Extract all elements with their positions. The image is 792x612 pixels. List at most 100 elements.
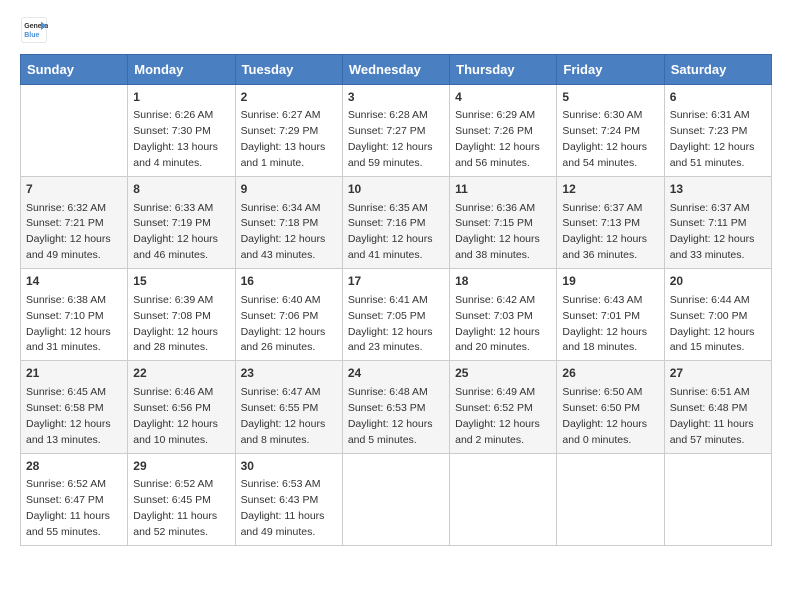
day-info: Sunrise: 6:37 AM Sunset: 7:13 PM Dayligh… bbox=[562, 202, 647, 262]
day-number: 18 bbox=[455, 273, 551, 290]
day-number: 16 bbox=[241, 273, 337, 290]
calendar-cell bbox=[450, 453, 557, 545]
day-info: Sunrise: 6:48 AM Sunset: 6:53 PM Dayligh… bbox=[348, 386, 433, 446]
calendar-cell: 30 Sunrise: 6:53 AM Sunset: 6:43 PM Dayli… bbox=[235, 453, 342, 545]
calendar-cell: 18Sunrise: 6:42 AM Sunset: 7:03 PM Dayli… bbox=[450, 269, 557, 361]
calendar-cell: 28 Sunrise: 6:52 AM Sunset: 6:47 PM Dayli… bbox=[21, 453, 128, 545]
calendar-cell: 19 Sunrise: 6:43 AM Sunset: 7:01 PM Dayli… bbox=[557, 269, 664, 361]
day-info: Sunrise: 6:37 AM Sunset: 7:11 PM Dayligh… bbox=[670, 202, 755, 262]
calendar-cell: 27 Sunrise: 6:51 AM Sunset: 6:48 PM Dayli… bbox=[664, 361, 771, 453]
day-info: Sunrise: 6:31 AM Sunset: 7:23 PM Dayligh… bbox=[670, 109, 755, 169]
day-number: 14 bbox=[26, 273, 122, 290]
logo: General Blue bbox=[20, 16, 48, 44]
calendar-cell bbox=[21, 85, 128, 177]
calendar-cell: 10Sunrise: 6:35 AM Sunset: 7:16 PM Dayli… bbox=[342, 177, 449, 269]
day-info: Sunrise: 6:50 AM Sunset: 6:50 PM Dayligh… bbox=[562, 386, 647, 446]
weekday-header-friday: Friday bbox=[557, 55, 664, 85]
calendar-week-4: 21 Sunrise: 6:45 AM Sunset: 6:58 PM Dayli… bbox=[21, 361, 772, 453]
calendar-table: SundayMondayTuesdayWednesdayThursdayFrid… bbox=[20, 54, 772, 546]
day-number: 13 bbox=[670, 181, 766, 198]
svg-text:Blue: Blue bbox=[24, 32, 39, 39]
calendar-cell: 24 Sunrise: 6:48 AM Sunset: 6:53 PM Dayli… bbox=[342, 361, 449, 453]
day-info: Sunrise: 6:30 AM Sunset: 7:24 PM Dayligh… bbox=[562, 109, 647, 169]
day-number: 17 bbox=[348, 273, 444, 290]
weekday-header-saturday: Saturday bbox=[664, 55, 771, 85]
weekday-header-thursday: Thursday bbox=[450, 55, 557, 85]
calendar-cell bbox=[664, 453, 771, 545]
day-number: 29 bbox=[133, 458, 229, 475]
weekday-header-row: SundayMondayTuesdayWednesdayThursdayFrid… bbox=[21, 55, 772, 85]
calendar-week-1: 1Sunrise: 6:26 AM Sunset: 7:30 PM Daylig… bbox=[21, 85, 772, 177]
header: General Blue bbox=[20, 16, 772, 44]
day-number: 12 bbox=[562, 181, 658, 198]
calendar-cell: 8 Sunrise: 6:33 AM Sunset: 7:19 PM Daylig… bbox=[128, 177, 235, 269]
day-info: Sunrise: 6:39 AM Sunset: 7:08 PM Dayligh… bbox=[133, 294, 218, 354]
day-number: 23 bbox=[241, 365, 337, 382]
day-number: 24 bbox=[348, 365, 444, 382]
day-info: Sunrise: 6:53 AM Sunset: 6:43 PM Dayligh… bbox=[241, 478, 325, 538]
day-info: Sunrise: 6:52 AM Sunset: 6:45 PM Dayligh… bbox=[133, 478, 217, 538]
calendar-cell: 25 Sunrise: 6:49 AM Sunset: 6:52 PM Dayli… bbox=[450, 361, 557, 453]
day-info: Sunrise: 6:36 AM Sunset: 7:15 PM Dayligh… bbox=[455, 202, 540, 262]
day-info: Sunrise: 6:46 AM Sunset: 6:56 PM Dayligh… bbox=[133, 386, 218, 446]
calendar-cell: 29 Sunrise: 6:52 AM Sunset: 6:45 PM Dayli… bbox=[128, 453, 235, 545]
day-info: Sunrise: 6:41 AM Sunset: 7:05 PM Dayligh… bbox=[348, 294, 433, 354]
logo-icon: General Blue bbox=[20, 16, 48, 44]
weekday-header-tuesday: Tuesday bbox=[235, 55, 342, 85]
day-number: 30 bbox=[241, 458, 337, 475]
calendar-cell: 15 Sunrise: 6:39 AM Sunset: 7:08 PM Dayli… bbox=[128, 269, 235, 361]
day-info: Sunrise: 6:38 AM Sunset: 7:10 PM Dayligh… bbox=[26, 294, 111, 354]
calendar-cell: 11 Sunrise: 6:36 AM Sunset: 7:15 PM Dayli… bbox=[450, 177, 557, 269]
day-info: Sunrise: 6:49 AM Sunset: 6:52 PM Dayligh… bbox=[455, 386, 540, 446]
day-info: Sunrise: 6:27 AM Sunset: 7:29 PM Dayligh… bbox=[241, 109, 326, 169]
calendar-cell: 20Sunrise: 6:44 AM Sunset: 7:00 PM Dayli… bbox=[664, 269, 771, 361]
day-number: 27 bbox=[670, 365, 766, 382]
day-info: Sunrise: 6:33 AM Sunset: 7:19 PM Dayligh… bbox=[133, 202, 218, 262]
day-number: 3 bbox=[348, 89, 444, 106]
day-info: Sunrise: 6:28 AM Sunset: 7:27 PM Dayligh… bbox=[348, 109, 433, 169]
day-number: 25 bbox=[455, 365, 551, 382]
calendar-week-5: 28 Sunrise: 6:52 AM Sunset: 6:47 PM Dayli… bbox=[21, 453, 772, 545]
day-number: 9 bbox=[241, 181, 337, 198]
calendar-cell bbox=[342, 453, 449, 545]
day-number: 8 bbox=[133, 181, 229, 198]
day-info: Sunrise: 6:43 AM Sunset: 7:01 PM Dayligh… bbox=[562, 294, 647, 354]
day-info: Sunrise: 6:44 AM Sunset: 7:00 PM Dayligh… bbox=[670, 294, 755, 354]
day-info: Sunrise: 6:47 AM Sunset: 6:55 PM Dayligh… bbox=[241, 386, 326, 446]
day-info: Sunrise: 6:52 AM Sunset: 6:47 PM Dayligh… bbox=[26, 478, 110, 538]
calendar-cell: 22 Sunrise: 6:46 AM Sunset: 6:56 PM Dayli… bbox=[128, 361, 235, 453]
weekday-header-monday: Monday bbox=[128, 55, 235, 85]
calendar-cell: 3 Sunrise: 6:28 AM Sunset: 7:27 PM Daylig… bbox=[342, 85, 449, 177]
day-info: Sunrise: 6:45 AM Sunset: 6:58 PM Dayligh… bbox=[26, 386, 111, 446]
day-info: Sunrise: 6:51 AM Sunset: 6:48 PM Dayligh… bbox=[670, 386, 754, 446]
calendar-cell: 13 Sunrise: 6:37 AM Sunset: 7:11 PM Dayli… bbox=[664, 177, 771, 269]
day-info: Sunrise: 6:40 AM Sunset: 7:06 PM Dayligh… bbox=[241, 294, 326, 354]
calendar-cell: 7 Sunrise: 6:32 AM Sunset: 7:21 PM Daylig… bbox=[21, 177, 128, 269]
day-number: 22 bbox=[133, 365, 229, 382]
calendar-cell: 14 Sunrise: 6:38 AM Sunset: 7:10 PM Dayli… bbox=[21, 269, 128, 361]
calendar-cell: 5 Sunrise: 6:30 AM Sunset: 7:24 PM Daylig… bbox=[557, 85, 664, 177]
calendar-cell: 2Sunrise: 6:27 AM Sunset: 7:29 PM Daylig… bbox=[235, 85, 342, 177]
day-number: 5 bbox=[562, 89, 658, 106]
calendar-week-2: 7 Sunrise: 6:32 AM Sunset: 7:21 PM Daylig… bbox=[21, 177, 772, 269]
calendar-cell: 16 Sunrise: 6:40 AM Sunset: 7:06 PM Dayli… bbox=[235, 269, 342, 361]
day-info: Sunrise: 6:35 AM Sunset: 7:16 PM Dayligh… bbox=[348, 202, 433, 262]
day-info: Sunrise: 6:26 AM Sunset: 7:30 PM Dayligh… bbox=[133, 109, 218, 169]
day-number: 11 bbox=[455, 181, 551, 198]
day-info: Sunrise: 6:29 AM Sunset: 7:26 PM Dayligh… bbox=[455, 109, 540, 169]
day-number: 26 bbox=[562, 365, 658, 382]
day-number: 21 bbox=[26, 365, 122, 382]
day-info: Sunrise: 6:32 AM Sunset: 7:21 PM Dayligh… bbox=[26, 202, 111, 262]
calendar-cell: 6Sunrise: 6:31 AM Sunset: 7:23 PM Daylig… bbox=[664, 85, 771, 177]
day-number: 4 bbox=[455, 89, 551, 106]
calendar-cell: 4 Sunrise: 6:29 AM Sunset: 7:26 PM Daylig… bbox=[450, 85, 557, 177]
day-number: 7 bbox=[26, 181, 122, 198]
calendar-cell: 1Sunrise: 6:26 AM Sunset: 7:30 PM Daylig… bbox=[128, 85, 235, 177]
calendar-cell: 23 Sunrise: 6:47 AM Sunset: 6:55 PM Dayli… bbox=[235, 361, 342, 453]
day-number: 19 bbox=[562, 273, 658, 290]
day-number: 15 bbox=[133, 273, 229, 290]
calendar-cell: 26 Sunrise: 6:50 AM Sunset: 6:50 PM Dayli… bbox=[557, 361, 664, 453]
day-info: Sunrise: 6:34 AM Sunset: 7:18 PM Dayligh… bbox=[241, 202, 326, 262]
weekday-header-wednesday: Wednesday bbox=[342, 55, 449, 85]
day-number: 28 bbox=[26, 458, 122, 475]
